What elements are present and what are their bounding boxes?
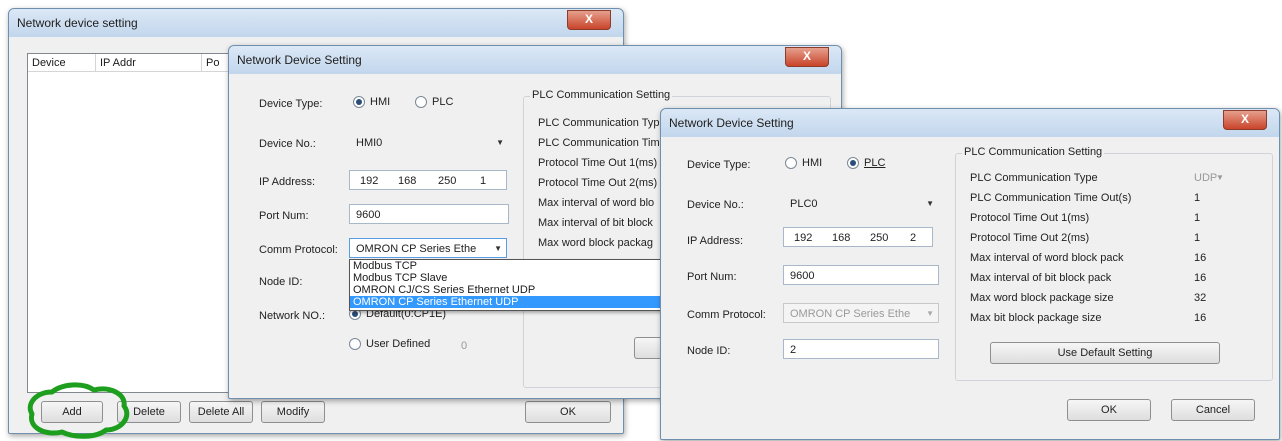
- delete-all-button[interactable]: Delete All: [189, 401, 253, 423]
- plc-row-value[interactable]: 16: [1194, 252, 1206, 264]
- plc-device-setting-window: Network Device Setting X Device Type: HM…: [660, 108, 1280, 440]
- comm-protocol-label: Comm Protocol:: [259, 244, 338, 256]
- radio-hmi[interactable]: HMI: [353, 96, 390, 109]
- close-button[interactable]: X: [785, 47, 829, 67]
- plc-row-label: Protocol Time Out 2(ms): [970, 232, 1090, 244]
- device-no-label: Device No.:: [259, 138, 316, 150]
- radio-plc[interactable]: PLC: [847, 157, 885, 170]
- plc-row: Max word block packag: [538, 237, 653, 249]
- plc-row-label: Max interval of word block pack: [970, 252, 1124, 264]
- dropdown-option[interactable]: Modbus TCP Slave: [350, 272, 668, 284]
- plc-communication-group: PLC Communication Setting PLC Communicat…: [955, 146, 1273, 381]
- window-title: Network device setting: [17, 16, 138, 30]
- comm-protocol-select[interactable]: OMRON CP Series Ethe ▼: [349, 238, 507, 258]
- modify-button[interactable]: Modify: [261, 401, 325, 423]
- radio-icon: [353, 96, 365, 109]
- plc-row-label: Max bit block package size: [970, 312, 1102, 324]
- close-button[interactable]: X: [567, 10, 611, 30]
- plc-row-value[interactable]: 32: [1194, 292, 1206, 304]
- column-ip-addr[interactable]: IP Addr: [96, 54, 202, 72]
- title-bar: Network Device Setting X: [229, 46, 841, 74]
- device-no-select[interactable]: PLC0 ▼: [783, 193, 939, 213]
- user-defined-value: 0: [461, 340, 468, 352]
- close-button[interactable]: X: [1223, 110, 1267, 130]
- device-no-select[interactable]: HMI0 ▼: [349, 132, 509, 152]
- window-title: Network Device Setting: [237, 53, 362, 67]
- radio-icon: [847, 157, 859, 170]
- device-type-label: Device Type:: [259, 98, 323, 110]
- comm-protocol-dropdown[interactable]: Modbus TCP Modbus TCP Slave OMRON CJ/CS …: [349, 259, 669, 311]
- plc-row: Max interval of bit block: [538, 217, 653, 229]
- port-label: Port Num:: [687, 271, 737, 283]
- radio-icon: [415, 96, 427, 109]
- column-device[interactable]: Device: [28, 54, 96, 72]
- radio-hmi[interactable]: HMI: [785, 157, 822, 170]
- dropdown-option-selected[interactable]: OMRON CP Series Ethernet UDP: [350, 296, 668, 308]
- dropdown-option[interactable]: OMRON CJ/CS Series Ethernet UDP: [350, 284, 668, 296]
- plc-row-label: Max word block package size: [970, 292, 1114, 304]
- chevron-down-icon: ▼: [496, 138, 504, 147]
- title-bar: Network device setting X: [9, 9, 623, 37]
- plc-row-value[interactable]: 1: [1194, 212, 1200, 224]
- plc-row: Protocol Time Out 1(ms): [538, 157, 658, 169]
- comm-protocol-select[interactable]: OMRON CP Series Ethe ▼: [783, 303, 939, 323]
- radio-plc[interactable]: PLC: [415, 96, 453, 109]
- comm-protocol-label: Comm Protocol:: [687, 309, 766, 321]
- ip-label: IP Address:: [687, 235, 744, 247]
- ip-address-field[interactable]: 192 168 250 1: [349, 170, 507, 190]
- plc-row: Protocol Time Out 2(ms): [538, 177, 658, 189]
- ok-button[interactable]: OK: [525, 401, 611, 423]
- plc-row-label: PLC Communication Type: [970, 172, 1098, 184]
- port-field[interactable]: 9600: [349, 204, 509, 224]
- radio-user-defined[interactable]: User Defined: [349, 338, 430, 351]
- group-title: PLC Communication Setting: [530, 89, 673, 101]
- plc-row: PLC Communication Tim: [538, 137, 660, 149]
- dropdown-option[interactable]: Modbus TCP: [350, 260, 668, 272]
- plc-row-value[interactable]: 1: [1194, 232, 1200, 244]
- plc-row-value[interactable]: UDP: [1194, 172, 1217, 184]
- plc-row-value[interactable]: 16: [1194, 312, 1206, 324]
- port-label: Port Num:: [259, 210, 309, 222]
- radio-icon: [349, 338, 361, 351]
- use-default-setting-button[interactable]: Use Default Setting: [990, 342, 1220, 364]
- chevron-down-icon: ▼: [926, 309, 934, 318]
- highlight-circle: [27, 382, 130, 439]
- chevron-down-icon: ▼: [1216, 173, 1224, 182]
- device-type-label: Device Type:: [687, 159, 751, 171]
- title-bar: Network Device Setting X: [661, 109, 1279, 137]
- node-id-field[interactable]: 2: [783, 339, 939, 359]
- plc-row-label: Protocol Time Out 1(ms): [970, 212, 1090, 224]
- group-title: PLC Communication Setting: [962, 146, 1105, 158]
- plc-row: PLC Communication Typ: [538, 117, 660, 129]
- ip-address-field[interactable]: 192 168 250 2: [783, 227, 933, 247]
- port-field[interactable]: 9600: [783, 265, 939, 285]
- plc-row-value[interactable]: 16: [1194, 272, 1206, 284]
- chevron-down-icon: ▼: [494, 244, 502, 253]
- plc-row-label: Max interval of bit block pack: [970, 272, 1112, 284]
- device-no-label: Device No.:: [687, 199, 744, 211]
- node-id-label: Node ID:: [259, 276, 303, 288]
- plc-row-value[interactable]: 1: [1194, 192, 1200, 204]
- cancel-button[interactable]: Cancel: [1171, 399, 1255, 421]
- node-id-label: Node ID:: [687, 345, 731, 357]
- radio-icon: [785, 157, 797, 170]
- network-no-label: Network NO.:: [259, 310, 326, 322]
- plc-row: Max interval of word blo: [538, 197, 655, 209]
- window-title: Network Device Setting: [669, 116, 794, 130]
- ok-button[interactable]: OK: [1067, 399, 1151, 421]
- plc-row-label: PLC Communication Time Out(s): [970, 192, 1132, 204]
- ip-label: IP Address:: [259, 176, 316, 188]
- chevron-down-icon: ▼: [926, 199, 934, 208]
